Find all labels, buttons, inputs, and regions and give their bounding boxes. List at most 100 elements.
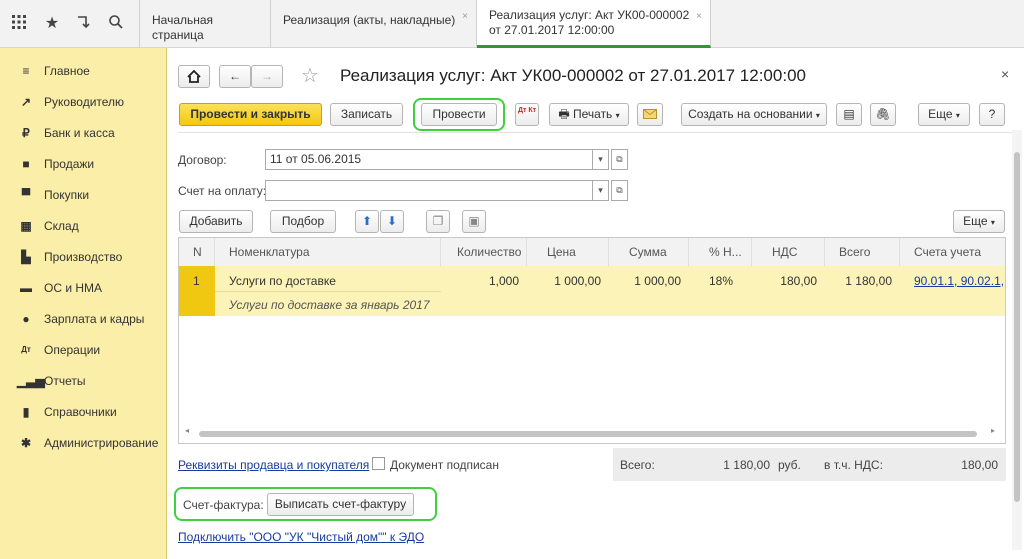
tab-home[interactable]: Начальная страница <box>139 0 271 48</box>
help-button[interactable]: ? <box>979 103 1005 126</box>
issue-invoice-button[interactable]: Выписать счет-фактуру <box>267 493 414 516</box>
attach-file-button[interactable]: 🖇 <box>870 103 896 126</box>
arrow-down-icon: ⬇ <box>386 214 398 228</box>
column-header[interactable]: НДС <box>752 238 825 266</box>
vertical-scrollbar[interactable] <box>1012 130 1022 550</box>
copy-row-button[interactable]: ❐ <box>426 210 450 233</box>
table-row[interactable]: 1 Услуги по доставке Услуги по доставке … <box>179 266 1005 316</box>
print-label: Печать <box>573 107 613 121</box>
sidebar-item-label: Продажи <box>44 157 95 171</box>
sidebar-item-label: Главное <box>44 64 90 78</box>
edo-connect-link[interactable]: Подключить "ООО "УК "Чистый дом"" к ЭДО <box>178 530 424 544</box>
sidebar-item-reports[interactable]: ▁▃▅ Отчеты <box>0 369 167 393</box>
post-button[interactable]: Провести <box>421 103 497 126</box>
sidebar-item-director[interactable]: ↗ Руководителю <box>0 90 167 114</box>
invoice-dropdown-button[interactable]: ▾ <box>592 180 609 201</box>
item-content[interactable]: Услуги по доставке за январь 2017 <box>229 298 430 312</box>
column-header[interactable]: Количество <box>441 238 527 266</box>
create-based-on-button[interactable]: Создать на основании ▾ <box>681 103 827 126</box>
tab-sales-document[interactable]: Реализация услуг: Акт УК00-000002 от 27.… <box>477 0 711 48</box>
column-header[interactable]: Номенклатура <box>215 238 441 266</box>
favorite-star-icon[interactable]: ☆ <box>301 63 319 88</box>
sidebar-item-label: Склад <box>44 219 79 233</box>
vat-rate-cell[interactable]: 18% <box>709 274 733 288</box>
scrollbar-thumb[interactable] <box>199 431 977 437</box>
print-button[interactable]: 🖶 Печать ▾ <box>549 103 629 126</box>
item-name[interactable]: Услуги по доставке <box>229 274 336 288</box>
signed-checkbox[interactable] <box>372 457 385 470</box>
scrollbar-thumb[interactable] <box>1014 152 1020 502</box>
invoice-open-button[interactable]: ⧉ <box>611 180 628 201</box>
search-icon[interactable] <box>105 14 127 34</box>
table-more-button[interactable]: Еще ▾ <box>953 210 1005 233</box>
back-button[interactable]: ← <box>219 65 251 88</box>
scroll-right-icon[interactable]: ▸ <box>991 426 995 435</box>
book-icon: ▮ <box>22 405 30 419</box>
column-header[interactable]: N <box>179 238 215 266</box>
total-cell[interactable]: 1 180,00 <box>825 274 892 288</box>
document-structure-button[interactable]: ▤ <box>836 103 862 126</box>
sidebar-item-catalogs[interactable]: ▮ Справочники <box>0 400 167 424</box>
sidebar-item-salary[interactable]: ● Зарплата и кадры <box>0 307 167 331</box>
star-icon[interactable]: ★ <box>41 14 63 34</box>
scroll-left-icon[interactable]: ◂ <box>185 426 189 435</box>
sidebar-item-admin[interactable]: ✱ Администрирование <box>0 431 167 455</box>
top-bar: ★ Начальная страница Реализация (акты, н… <box>0 0 1024 48</box>
save-button[interactable]: Записать <box>330 103 403 126</box>
sum-cell[interactable]: 1 000,00 <box>609 274 681 288</box>
quantity-cell[interactable]: 1,000 <box>441 274 519 288</box>
post-and-close-button[interactable]: Провести и закрыть <box>179 103 322 126</box>
arrow-right-icon: → <box>261 69 273 83</box>
close-form-icon[interactable]: × <box>1001 66 1009 82</box>
close-icon[interactable]: × <box>696 9 702 24</box>
sidebar-item-sales[interactable]: ■ Продажи <box>0 152 167 176</box>
vat-total-label: в т.ч. НДС: <box>824 458 883 472</box>
column-header[interactable]: Сумма <box>609 238 689 266</box>
paste-row-button[interactable]: ▣ <box>462 210 486 233</box>
move-up-button[interactable]: ⬆ <box>355 210 379 233</box>
apps-grid-icon[interactable] <box>8 14 30 34</box>
sidebar-item-assets[interactable]: ▬ ОС и НМА <box>0 276 167 300</box>
horizontal-scrollbar[interactable]: ◂ ▸ <box>179 426 1005 443</box>
copy-icon: ❐ <box>432 214 444 228</box>
history-icon[interactable] <box>73 14 95 34</box>
contract-dropdown-button[interactable]: ▾ <box>592 149 609 170</box>
home-button[interactable] <box>178 65 210 88</box>
more-button[interactable]: Еще ▾ <box>918 103 970 126</box>
price-cell[interactable]: 1 000,00 <box>527 274 601 288</box>
add-row-button[interactable]: Добавить <box>179 210 253 233</box>
column-header[interactable]: Цена <box>527 238 609 266</box>
contract-label: Договор: <box>178 153 227 167</box>
close-icon[interactable]: × <box>462 9 468 24</box>
sidebar-item-label: Зарплата и кадры <box>44 312 145 326</box>
tab-label: Реализация (акты, накладные) <box>283 13 456 27</box>
accounts-link[interactable]: 90.01.1, 90.02.1, <box>914 274 1004 288</box>
person-icon: ● <box>22 312 30 326</box>
contract-field[interactable]: 11 от 05.06.2015 <box>265 149 593 170</box>
move-down-button[interactable]: ⬇ <box>380 210 404 233</box>
invoice-field[interactable] <box>265 180 593 201</box>
dt-kt-button[interactable]: Дт Кт <box>515 103 539 126</box>
sidebar-item-bank[interactable]: ₽ Банк и касса <box>0 121 167 145</box>
sidebar-item-main[interactable]: ≡ Главное <box>0 59 167 83</box>
sidebar-item-warehouse[interactable]: ▦ Склад <box>0 214 167 238</box>
divider <box>178 132 1012 133</box>
vat-cell[interactable]: 180,00 <box>752 274 817 288</box>
sidebar-item-purchases[interactable]: ▀ Покупки <box>0 183 167 207</box>
sidebar-item-production[interactable]: ▙ Производство <box>0 245 167 269</box>
sidebar-item-operations[interactable]: Дт Операции <box>0 338 167 362</box>
dt-kt-icon: Дт Кт <box>517 107 537 114</box>
sidebar-item-label: Операции <box>44 343 101 357</box>
email-button[interactable] <box>637 103 663 126</box>
requisites-link[interactable]: Реквизиты продавца и покупателя <box>178 458 369 472</box>
pick-button[interactable]: Подбор <box>270 210 336 233</box>
contract-open-button[interactable]: ⧉ <box>611 149 628 170</box>
column-header[interactable]: % Н... <box>689 238 752 266</box>
forward-button[interactable]: → <box>251 65 283 88</box>
invoice-section-label: Счет-фактура: <box>183 498 264 512</box>
column-header[interactable]: Счета учета <box>900 238 1005 266</box>
column-header[interactable]: Всего <box>825 238 900 266</box>
sidebar-item-label: Отчеты <box>44 374 86 388</box>
tab-sales-list[interactable]: Реализация (акты, накладные) × <box>271 0 477 48</box>
invoice-label: Счет на оплату: <box>178 184 267 198</box>
